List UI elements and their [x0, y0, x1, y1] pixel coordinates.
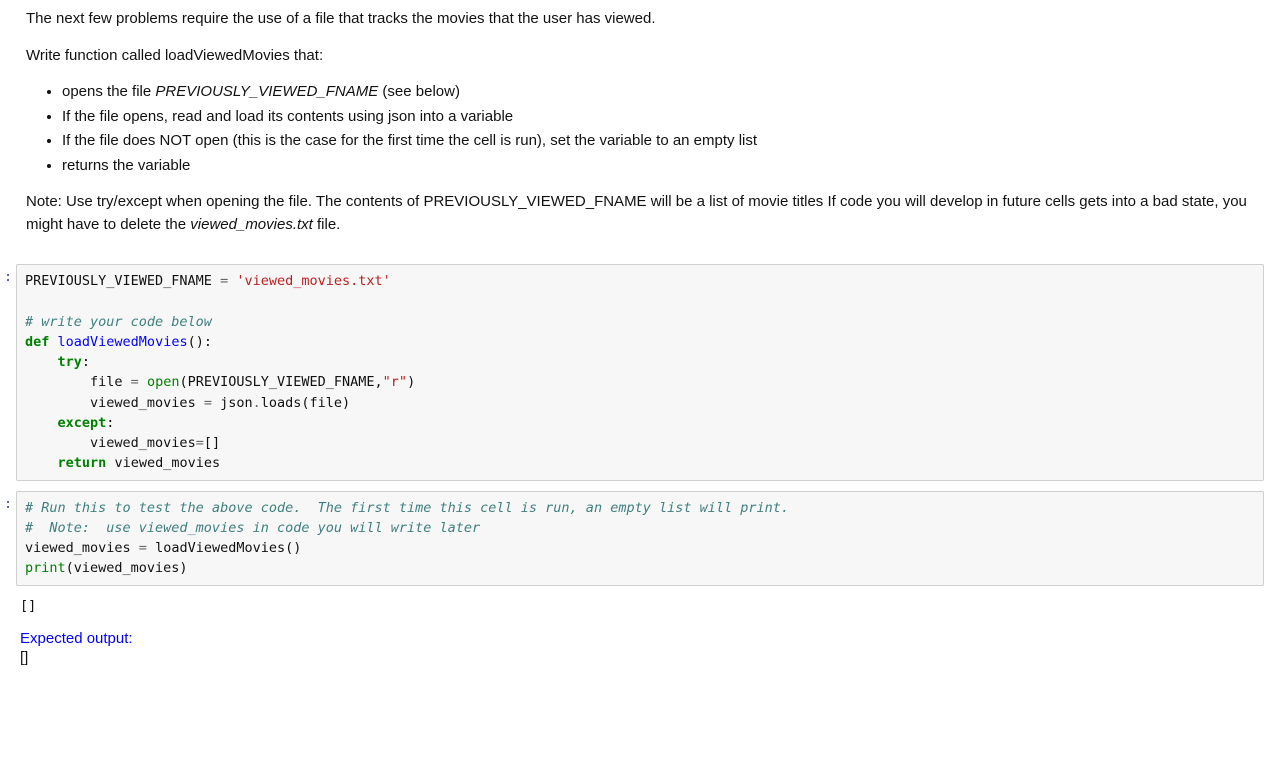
code-token: : — [82, 354, 90, 370]
code-token: (PREVIOUSLY_VIEWED_FNAME, — [179, 374, 382, 390]
code-token: ) — [407, 374, 415, 390]
code-token — [49, 334, 57, 350]
code-comment: # Note: use viewed_movies in code you wi… — [25, 520, 480, 536]
code-token: viewed_movies — [114, 455, 220, 471]
code-block[interactable]: # Run this to test the above code. The f… — [25, 498, 1255, 579]
list-item: returns the variable — [62, 155, 1272, 178]
code-token: loadViewedMovies() — [155, 540, 301, 556]
input-prompt: : — [0, 491, 16, 586]
code-keyword: try — [58, 354, 82, 370]
code-indent — [25, 415, 58, 431]
input-prompt: : — [0, 264, 16, 481]
code-comment: # write your code below — [25, 314, 212, 330]
code-input-area[interactable]: PREVIOUSLY_VIEWED_FNAME = 'viewed_movies… — [16, 264, 1264, 481]
code-token: viewed_movies — [90, 435, 196, 451]
list-item: If the file opens, read and load its con… — [62, 106, 1272, 129]
code-token: = — [220, 273, 228, 289]
expected-output-value: [] — [0, 649, 1272, 666]
markdown-requirements-list: opens the file PREVIOUSLY_VIEWED_FNAME (… — [26, 81, 1272, 177]
code-indent — [25, 455, 58, 471]
code-string: "r" — [383, 374, 407, 390]
code-keyword: except — [58, 415, 107, 431]
code-token — [139, 374, 147, 390]
code-indent — [25, 374, 90, 390]
code-token: = — [131, 374, 139, 390]
list-item: opens the file PREVIOUSLY_VIEWED_FNAME (… — [62, 81, 1272, 104]
code-token: . — [253, 395, 261, 411]
notebook-root: The next few problems require the use of… — [0, 0, 1272, 666]
code-token: = — [204, 395, 212, 411]
markdown-paragraph-note: Note: Use try/except when opening the fi… — [26, 191, 1272, 236]
code-token: : — [106, 415, 114, 431]
text: opens the file — [62, 83, 155, 100]
filename-emphasis: PREVIOUSLY_VIEWED_FNAME — [155, 83, 378, 100]
code-cell-2[interactable]: : # Run this to test the above code. The… — [0, 491, 1272, 586]
code-indent — [25, 354, 58, 370]
code-block[interactable]: PREVIOUSLY_VIEWED_FNAME = 'viewed_movies… — [25, 271, 1255, 474]
output-cell: [] — [0, 596, 1272, 616]
markdown-paragraph-intro1: The next few problems require the use of… — [26, 8, 1272, 31]
code-token: (viewed_movies) — [66, 560, 188, 576]
code-token: = — [139, 540, 147, 556]
filename-emphasis: viewed_movies.txt — [190, 216, 313, 233]
text: (see below) — [378, 83, 460, 100]
code-indent — [25, 435, 90, 451]
code-input-area[interactable]: # Run this to test the above code. The f… — [16, 491, 1264, 586]
code-string: 'viewed_movies.txt' — [236, 273, 390, 289]
markdown-cell-description: The next few problems require the use of… — [0, 0, 1272, 258]
expected-output-label: Expected output: — [0, 630, 1272, 647]
markdown-paragraph-intro2: Write function called loadViewedMovies t… — [26, 45, 1272, 68]
code-token: file — [90, 374, 131, 390]
code-token: viewed_movies — [90, 395, 204, 411]
code-cell-1[interactable]: : PREVIOUSLY_VIEWED_FNAME = 'viewed_movi… — [0, 264, 1272, 481]
code-token: (): — [188, 334, 212, 350]
expected-output-block: Expected output: [] — [0, 630, 1272, 666]
code-token — [147, 540, 155, 556]
code-token: = — [196, 435, 204, 451]
code-builtin: open — [147, 374, 180, 390]
code-builtin: print — [25, 560, 66, 576]
code-keyword: def — [25, 334, 49, 350]
code-token: json — [220, 395, 253, 411]
text: file. — [313, 216, 341, 233]
code-token: [] — [204, 435, 220, 451]
code-indent — [25, 395, 90, 411]
code-token: loads(file) — [261, 395, 350, 411]
code-comment: # Run this to test the above code. The f… — [25, 500, 789, 516]
code-token — [212, 395, 220, 411]
list-item: If the file does NOT open (this is the c… — [62, 130, 1272, 153]
output-text: [] — [16, 596, 1272, 616]
code-function-name: loadViewedMovies — [58, 334, 188, 350]
code-keyword: return — [58, 455, 107, 471]
output-prompt — [0, 596, 16, 616]
code-token: viewed_movies — [25, 540, 139, 556]
code-token: PREVIOUSLY_VIEWED_FNAME — [25, 273, 220, 289]
